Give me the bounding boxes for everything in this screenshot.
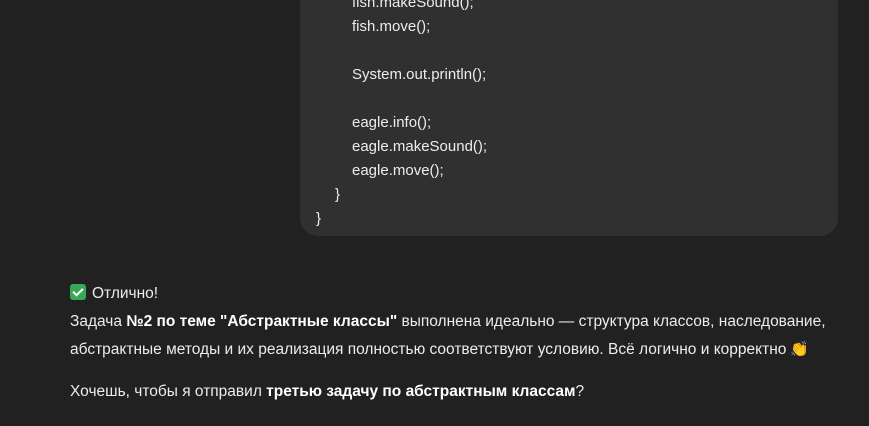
p2-suffix: ? xyxy=(575,383,585,400)
assistant-message: Отлично! Задача №2 по теме "Абстрактные … xyxy=(70,280,850,406)
paragraph-1-line-1: Задача №2 по теме "Абстрактные классы" в… xyxy=(70,308,850,336)
code-line: eagle.info(); xyxy=(352,114,432,131)
p1-suffix: выполнена идеально — структура классов, … xyxy=(397,313,826,330)
code-line: System.out.println(); xyxy=(352,66,487,83)
paragraph-2: Хочешь, чтобы я отправил третью задачу п… xyxy=(70,378,850,406)
code-line: } xyxy=(316,210,322,227)
p2-prefix: Хочешь, чтобы я отправил xyxy=(70,383,267,400)
code-line: } xyxy=(335,186,341,203)
code-line: eagle.move(); xyxy=(352,162,444,179)
check-icon xyxy=(70,284,86,300)
status-text: Отлично! xyxy=(92,285,159,302)
user-message-bubble: fish.makeSound(); fish.move(); System.out.… xyxy=(300,0,838,236)
code-line: fish.makeSound(); xyxy=(352,0,474,11)
p1-prefix: Задача xyxy=(70,313,127,330)
clapping-hands-icon: 👏 xyxy=(790,341,810,358)
paragraph-1-line-2: абстрактные методы и их реализация полно… xyxy=(70,336,850,364)
code-line: eagle.makeSound(); xyxy=(352,138,488,155)
p1-line2: абстрактные методы и их реализация полно… xyxy=(70,341,787,358)
status-line: Отлично! xyxy=(70,280,850,308)
p1-bold: №2 по теме "Абстрактные классы" xyxy=(126,313,398,330)
p2-bold: третью задачу по абстрактным классам xyxy=(266,383,576,400)
code-line: fish.move(); xyxy=(352,18,431,35)
